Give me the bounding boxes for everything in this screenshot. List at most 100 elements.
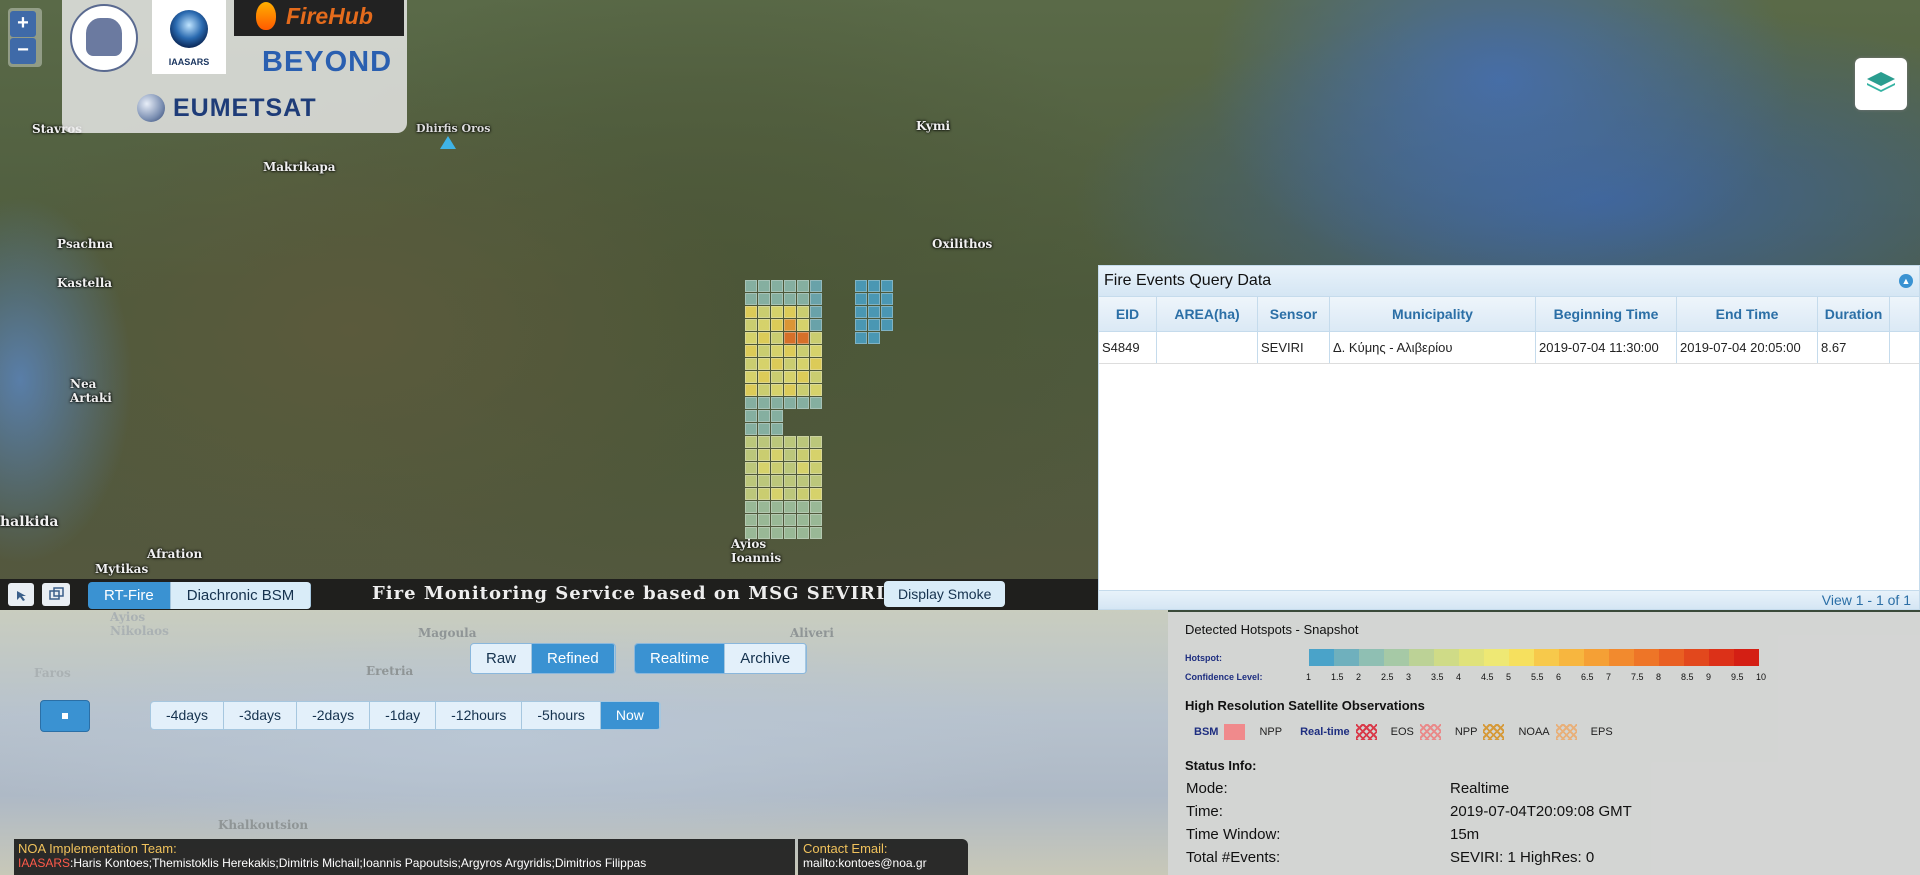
hotspot-cell[interactable] xyxy=(745,345,757,357)
hotspot-cell[interactable] xyxy=(784,332,796,344)
time-button--1day[interactable]: -1day xyxy=(370,702,437,729)
hotspot-cell[interactable] xyxy=(745,358,757,370)
hotspot-cell[interactable] xyxy=(758,384,770,396)
hotspot-cell[interactable] xyxy=(797,384,809,396)
hotspot-cell[interactable] xyxy=(771,423,783,435)
time-button--5hours[interactable]: -5hours xyxy=(522,702,601,729)
hotspot-cell[interactable] xyxy=(810,371,822,383)
contact-email-link[interactable]: mailto:kontoes@noa.gr xyxy=(803,856,963,870)
hotspot-cell[interactable] xyxy=(784,293,796,305)
hotspot-cell[interactable] xyxy=(771,488,783,500)
time-button--2days[interactable]: -2days xyxy=(297,702,371,729)
hotspot-cell[interactable] xyxy=(784,488,796,500)
hotspot-cell[interactable] xyxy=(758,306,770,318)
hotspot-cell[interactable] xyxy=(771,319,783,331)
hotspot-cell[interactable] xyxy=(771,332,783,344)
hotspot-cell[interactable] xyxy=(771,501,783,513)
mountain-marker-icon[interactable] xyxy=(440,136,456,149)
hotspot-cell[interactable] xyxy=(758,332,770,344)
hotspot-cell[interactable] xyxy=(745,371,757,383)
hotspot-cell[interactable] xyxy=(771,280,783,292)
hotspot-cell[interactable] xyxy=(771,345,783,357)
hotspot-cell[interactable] xyxy=(771,397,783,409)
hotspot-cell[interactable] xyxy=(758,371,770,383)
hotspot-cell[interactable] xyxy=(855,319,867,331)
hotspot-cell[interactable] xyxy=(758,527,770,539)
hotspot-cell[interactable] xyxy=(868,280,880,292)
hotspot-cell[interactable] xyxy=(797,280,809,292)
hotspot-cell[interactable] xyxy=(771,449,783,461)
hotspot-cell[interactable] xyxy=(797,449,809,461)
hotspot-cell[interactable] xyxy=(771,293,783,305)
hotspot-cell[interactable] xyxy=(784,514,796,526)
column-header[interactable]: End Time xyxy=(1677,297,1818,331)
hotspot-cell[interactable] xyxy=(810,332,822,344)
hotspot-cell[interactable] xyxy=(855,332,867,344)
hotspot-cell[interactable] xyxy=(758,488,770,500)
column-header[interactable]: Sensor xyxy=(1258,297,1330,331)
hotspot-cell[interactable] xyxy=(784,280,796,292)
hotspot-cell[interactable] xyxy=(745,280,757,292)
column-header[interactable]: AREA(ha) xyxy=(1157,297,1258,331)
processing-button-raw[interactable]: Raw xyxy=(471,644,533,673)
column-header[interactable]: Municipality xyxy=(1330,297,1536,331)
time-button-now[interactable]: Now xyxy=(600,702,660,729)
hotspot-cell[interactable] xyxy=(810,358,822,370)
hotspot-cell[interactable] xyxy=(797,319,809,331)
hotspot-cell[interactable] xyxy=(745,527,757,539)
hotspot-cell[interactable] xyxy=(810,384,822,396)
hotspot-cell[interactable] xyxy=(784,384,796,396)
hotspot-cell[interactable] xyxy=(868,319,880,331)
hotspot-cell[interactable] xyxy=(784,358,796,370)
column-header[interactable]: EID xyxy=(1099,297,1157,331)
hotspot-cell[interactable] xyxy=(797,358,809,370)
hotspot-cell[interactable] xyxy=(810,436,822,448)
hotspot-cell[interactable] xyxy=(810,514,822,526)
hotspot-cell[interactable] xyxy=(758,514,770,526)
hotspot-cell[interactable] xyxy=(758,319,770,331)
collapse-icon[interactable]: ▲ xyxy=(1899,274,1913,288)
hotspot-cell[interactable] xyxy=(758,423,770,435)
hotspot-cell[interactable] xyxy=(810,345,822,357)
hotspot-cell[interactable] xyxy=(797,475,809,487)
hotspot-cell[interactable] xyxy=(745,293,757,305)
hotspot-cell[interactable] xyxy=(881,293,893,305)
hotspot-cell[interactable] xyxy=(745,462,757,474)
hotspot-cell[interactable] xyxy=(758,293,770,305)
hotspot-cell[interactable] xyxy=(797,462,809,474)
hotspot-cell[interactable] xyxy=(784,462,796,474)
hotspot-cell[interactable] xyxy=(758,449,770,461)
hotspot-cell[interactable] xyxy=(758,501,770,513)
hotspot-cell[interactable] xyxy=(745,423,757,435)
hotspot-cell[interactable] xyxy=(784,345,796,357)
hotspot-cell[interactable] xyxy=(758,462,770,474)
hotspot-cell[interactable] xyxy=(810,293,822,305)
hotspot-cell[interactable] xyxy=(810,475,822,487)
hotspot-cell[interactable] xyxy=(855,293,867,305)
mode-button-realtime[interactable]: Realtime xyxy=(635,644,726,673)
hotspot-cell[interactable] xyxy=(771,436,783,448)
zoom-in-button[interactable]: + xyxy=(10,11,36,37)
hotspot-cell[interactable] xyxy=(797,332,809,344)
hotspot-cell[interactable] xyxy=(868,332,880,344)
hotspot-cell[interactable] xyxy=(855,280,867,292)
hotspot-cell[interactable] xyxy=(771,384,783,396)
window-tool-button[interactable] xyxy=(42,583,70,606)
hotspot-cell[interactable] xyxy=(810,488,822,500)
hotspot-cell[interactable] xyxy=(797,397,809,409)
hotspot-cell[interactable] xyxy=(745,488,757,500)
hotspot-cell[interactable] xyxy=(758,358,770,370)
hotspot-cell[interactable] xyxy=(771,410,783,422)
hotspot-cell[interactable] xyxy=(797,488,809,500)
hotspot-cell[interactable] xyxy=(784,397,796,409)
table-row[interactable]: S4849 SEVIRI Δ. Κύμης - Αλιβερίου 2019-07-0… xyxy=(1099,332,1919,364)
hotspot-cell[interactable] xyxy=(881,319,893,331)
hotspot-cell[interactable] xyxy=(810,397,822,409)
hotspot-cell[interactable] xyxy=(745,319,757,331)
hotspot-cell[interactable] xyxy=(868,293,880,305)
hotspot-cell[interactable] xyxy=(745,501,757,513)
hotspot-cell[interactable] xyxy=(771,358,783,370)
hotspot-cell[interactable] xyxy=(810,449,822,461)
hotspot-cell[interactable] xyxy=(745,449,757,461)
hotspot-cell[interactable] xyxy=(797,293,809,305)
